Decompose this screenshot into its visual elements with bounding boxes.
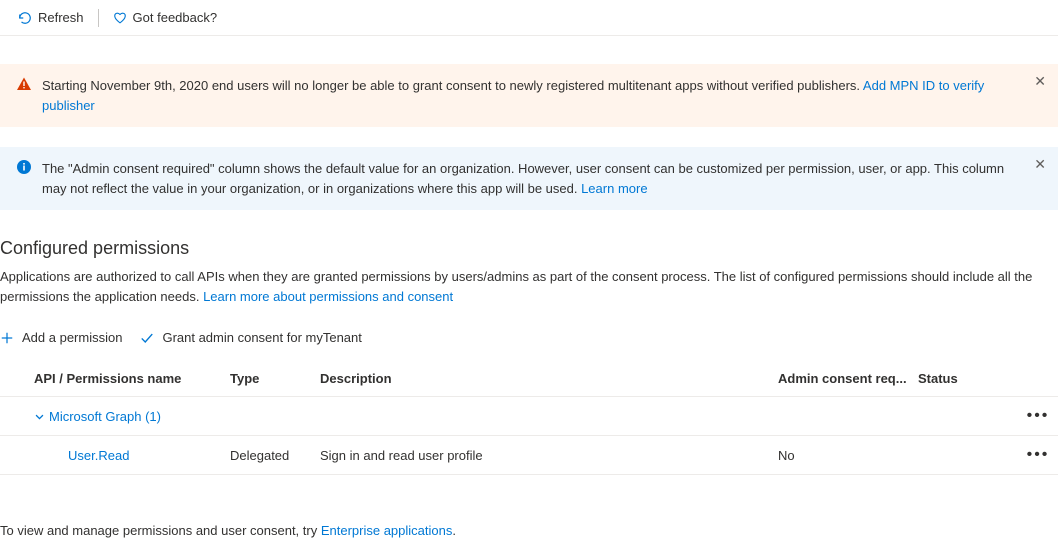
- permission-type: Delegated: [230, 448, 320, 463]
- permission-name-link[interactable]: User.Read: [68, 448, 129, 463]
- action-bar: Add a permission Grant admin consent for…: [0, 324, 1058, 351]
- more-icon[interactable]: •••: [1027, 407, 1050, 424]
- feedback-label: Got feedback?: [133, 10, 218, 25]
- toolbar: Refresh Got feedback?: [0, 0, 1058, 36]
- col-header-name[interactable]: API / Permissions name: [0, 371, 230, 386]
- info-text: The "Admin consent required" column show…: [42, 159, 1042, 198]
- close-icon[interactable]: ✕: [1034, 74, 1046, 88]
- api-group-link[interactable]: Microsoft Graph (1): [49, 409, 161, 424]
- heart-icon: [113, 11, 127, 25]
- permissions-learn-more-link[interactable]: Learn more about permissions and consent: [203, 289, 453, 304]
- col-header-description[interactable]: Description: [320, 371, 778, 386]
- footer-note: To view and manage permissions and user …: [0, 521, 1058, 541]
- toolbar-divider: [98, 9, 99, 27]
- grant-consent-label: Grant admin consent for myTenant: [162, 330, 361, 345]
- permission-consent: No: [778, 448, 918, 463]
- col-header-consent[interactable]: Admin consent req...: [778, 371, 918, 386]
- close-icon[interactable]: ✕: [1034, 157, 1046, 171]
- feedback-button[interactable]: Got feedback?: [103, 4, 228, 31]
- section-description: Applications are authorized to call APIs…: [0, 267, 1058, 306]
- table-row: User.Read Delegated Sign in and read use…: [0, 436, 1058, 475]
- section-heading: Configured permissions: [0, 238, 1058, 259]
- warning-text: Starting November 9th, 2020 end users wi…: [42, 76, 1042, 115]
- warning-icon: [16, 76, 32, 92]
- check-icon: [140, 331, 154, 345]
- table-group-row[interactable]: Microsoft Graph (1) •••: [0, 397, 1058, 436]
- refresh-button[interactable]: Refresh: [8, 4, 94, 31]
- info-icon: [16, 159, 32, 175]
- refresh-icon: [18, 11, 32, 25]
- add-permission-label: Add a permission: [22, 330, 122, 345]
- add-permission-button[interactable]: Add a permission: [0, 330, 122, 345]
- refresh-label: Refresh: [38, 10, 84, 25]
- permission-description: Sign in and read user profile: [320, 448, 778, 463]
- more-icon[interactable]: •••: [1027, 446, 1050, 463]
- warning-banner: Starting November 9th, 2020 end users wi…: [0, 64, 1058, 127]
- chevron-down-icon: [34, 411, 45, 422]
- plus-icon: [0, 331, 14, 345]
- grant-consent-button[interactable]: Grant admin consent for myTenant: [140, 330, 361, 345]
- info-learn-more-link[interactable]: Learn more: [581, 181, 647, 196]
- col-header-status[interactable]: Status: [918, 371, 1018, 386]
- info-banner: The "Admin consent required" column show…: [0, 147, 1058, 210]
- enterprise-applications-link[interactable]: Enterprise applications: [321, 523, 453, 538]
- permissions-table: API / Permissions name Type Description …: [0, 361, 1058, 475]
- table-header-row: API / Permissions name Type Description …: [0, 361, 1058, 397]
- col-header-type[interactable]: Type: [230, 371, 320, 386]
